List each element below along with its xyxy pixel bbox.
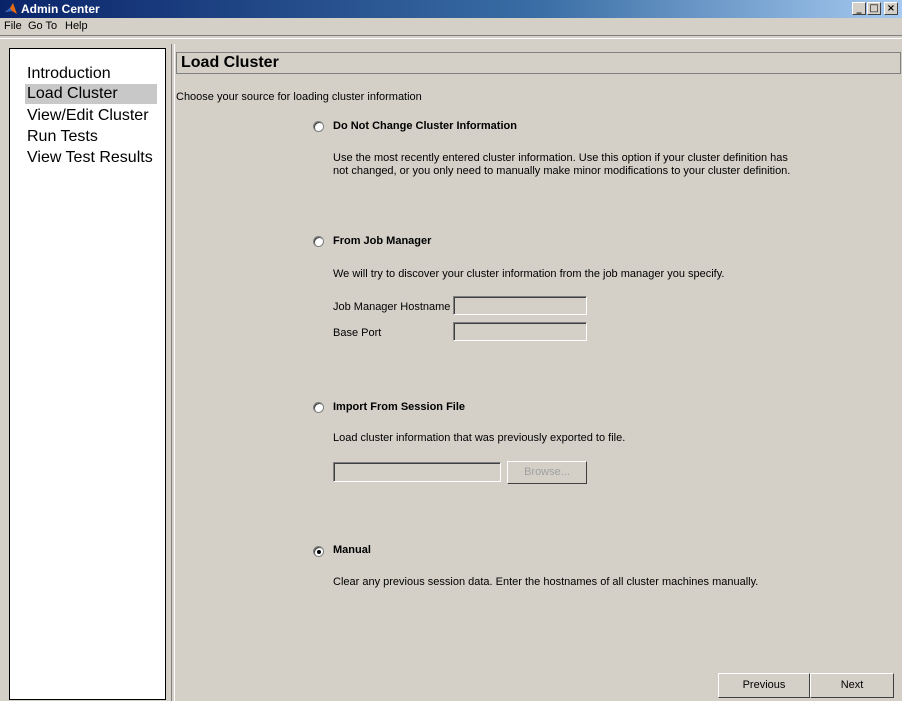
base-port-label: Base Port [333, 327, 382, 339]
option-title-import-session-file: Import From Session File [333, 401, 466, 413]
base-port-field[interactable] [453, 322, 587, 341]
sidebar-item-introduction[interactable]: Introduction [25, 64, 157, 84]
radio-from-job-manager[interactable] [313, 236, 324, 247]
previous-button[interactable]: Previous [718, 673, 810, 698]
option-desc-do-not-change-line1: Use the most recently entered cluster in… [333, 152, 788, 164]
menu-goto[interactable]: Go To [28, 18, 57, 35]
menu-file[interactable]: File [4, 18, 22, 35]
option-title-manual: Manual [333, 544, 371, 556]
job-manager-hostname-label: Job Manager Hostname [333, 301, 451, 313]
page-header: Load Cluster [176, 52, 901, 74]
maximize-button[interactable]: □ [867, 2, 881, 15]
menu-divider [0, 35, 902, 39]
page-prompt: Choose your source for loading cluster i… [176, 91, 422, 103]
panel-separator [171, 44, 175, 701]
minimize-button[interactable]: _ [852, 2, 866, 15]
sidebar-item-load-cluster[interactable]: Load Cluster [25, 84, 157, 104]
sidebar-item-view-test-results[interactable]: View Test Results [25, 148, 157, 168]
sidebar-item-view-edit-cluster[interactable]: View/Edit Cluster [25, 106, 157, 126]
window-title: Admin Center [21, 2, 100, 16]
session-file-path-field[interactable] [333, 462, 501, 482]
option-desc-import-session-file: Load cluster information that was previo… [333, 432, 626, 444]
sidebar: Introduction Load Cluster View/Edit Clus… [9, 48, 166, 700]
title-bar: Admin Center _ □ × [0, 0, 902, 18]
menu-help[interactable]: Help [65, 18, 88, 35]
radio-selected-dot [317, 550, 321, 554]
close-button[interactable]: × [884, 2, 898, 15]
option-title-do-not-change: Do Not Change Cluster Information [333, 120, 517, 132]
option-title-from-job-manager: From Job Manager [333, 235, 432, 247]
radio-do-not-change[interactable] [313, 121, 324, 132]
radio-manual[interactable] [313, 546, 324, 557]
sidebar-item-run-tests[interactable]: Run Tests [25, 127, 157, 147]
next-button[interactable]: Next [810, 673, 894, 698]
page-title: Load Cluster [181, 54, 279, 71]
radio-import-session-file[interactable] [313, 402, 324, 413]
menu-bar: File Go To Help [0, 18, 902, 39]
browse-button[interactable]: Browse... [507, 461, 587, 484]
option-desc-manual: Clear any previous session data. Enter t… [333, 576, 759, 588]
job-manager-hostname-field[interactable] [453, 296, 587, 315]
matlab-logo-icon [5, 3, 17, 14]
option-desc-do-not-change-line2: not changed, or you only need to manuall… [333, 165, 791, 177]
option-desc-from-job-manager: We will try to discover your cluster inf… [333, 268, 725, 280]
